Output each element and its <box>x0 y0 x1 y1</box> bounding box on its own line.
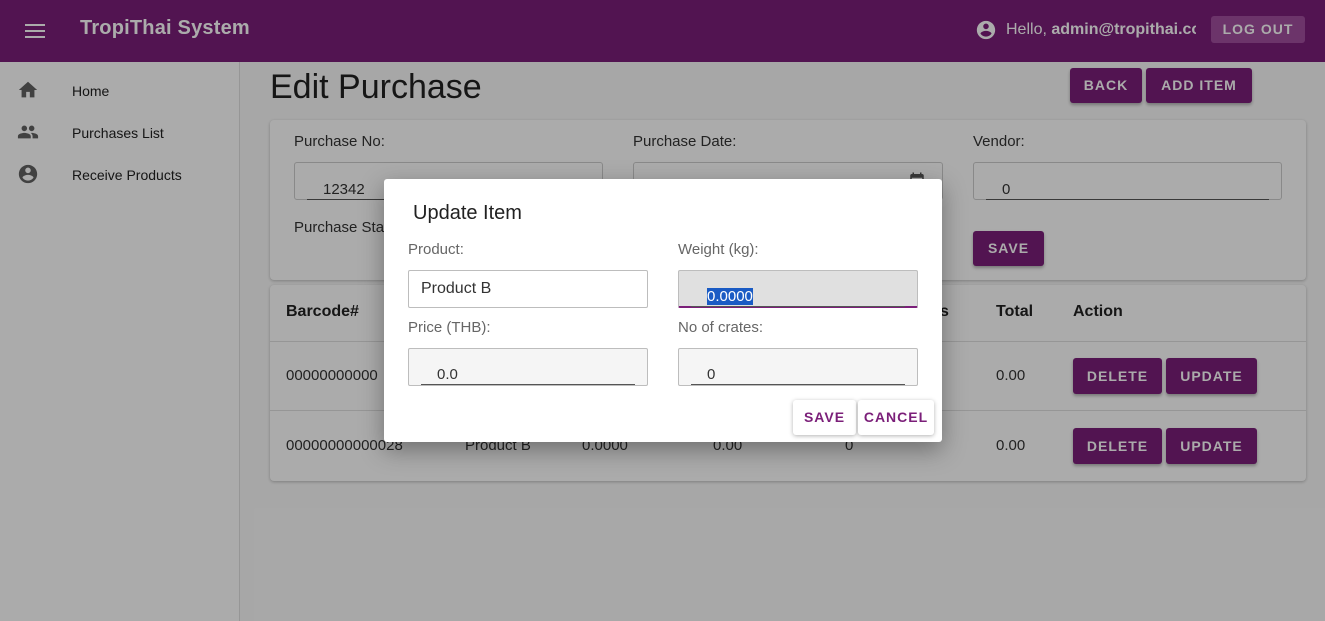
product-label: Product: <box>408 241 464 258</box>
crates-input[interactable]: 0 <box>678 348 918 386</box>
dialog-cancel-button[interactable]: CANCEL <box>858 400 934 435</box>
dialog-title: Update Item <box>413 202 522 224</box>
weight-input[interactable]: 0.0000 <box>678 270 918 308</box>
update-item-dialog: Update Item Product: Product B Weight (k… <box>384 179 942 442</box>
dialog-save-button[interactable]: SAVE <box>793 400 856 435</box>
price-label: Price (THB): <box>408 319 491 336</box>
price-input[interactable]: 0.0 <box>408 348 648 386</box>
weight-label: Weight (kg): <box>678 241 759 258</box>
crates-label: No of crates: <box>678 319 764 336</box>
product-field[interactable]: Product B <box>408 270 648 308</box>
